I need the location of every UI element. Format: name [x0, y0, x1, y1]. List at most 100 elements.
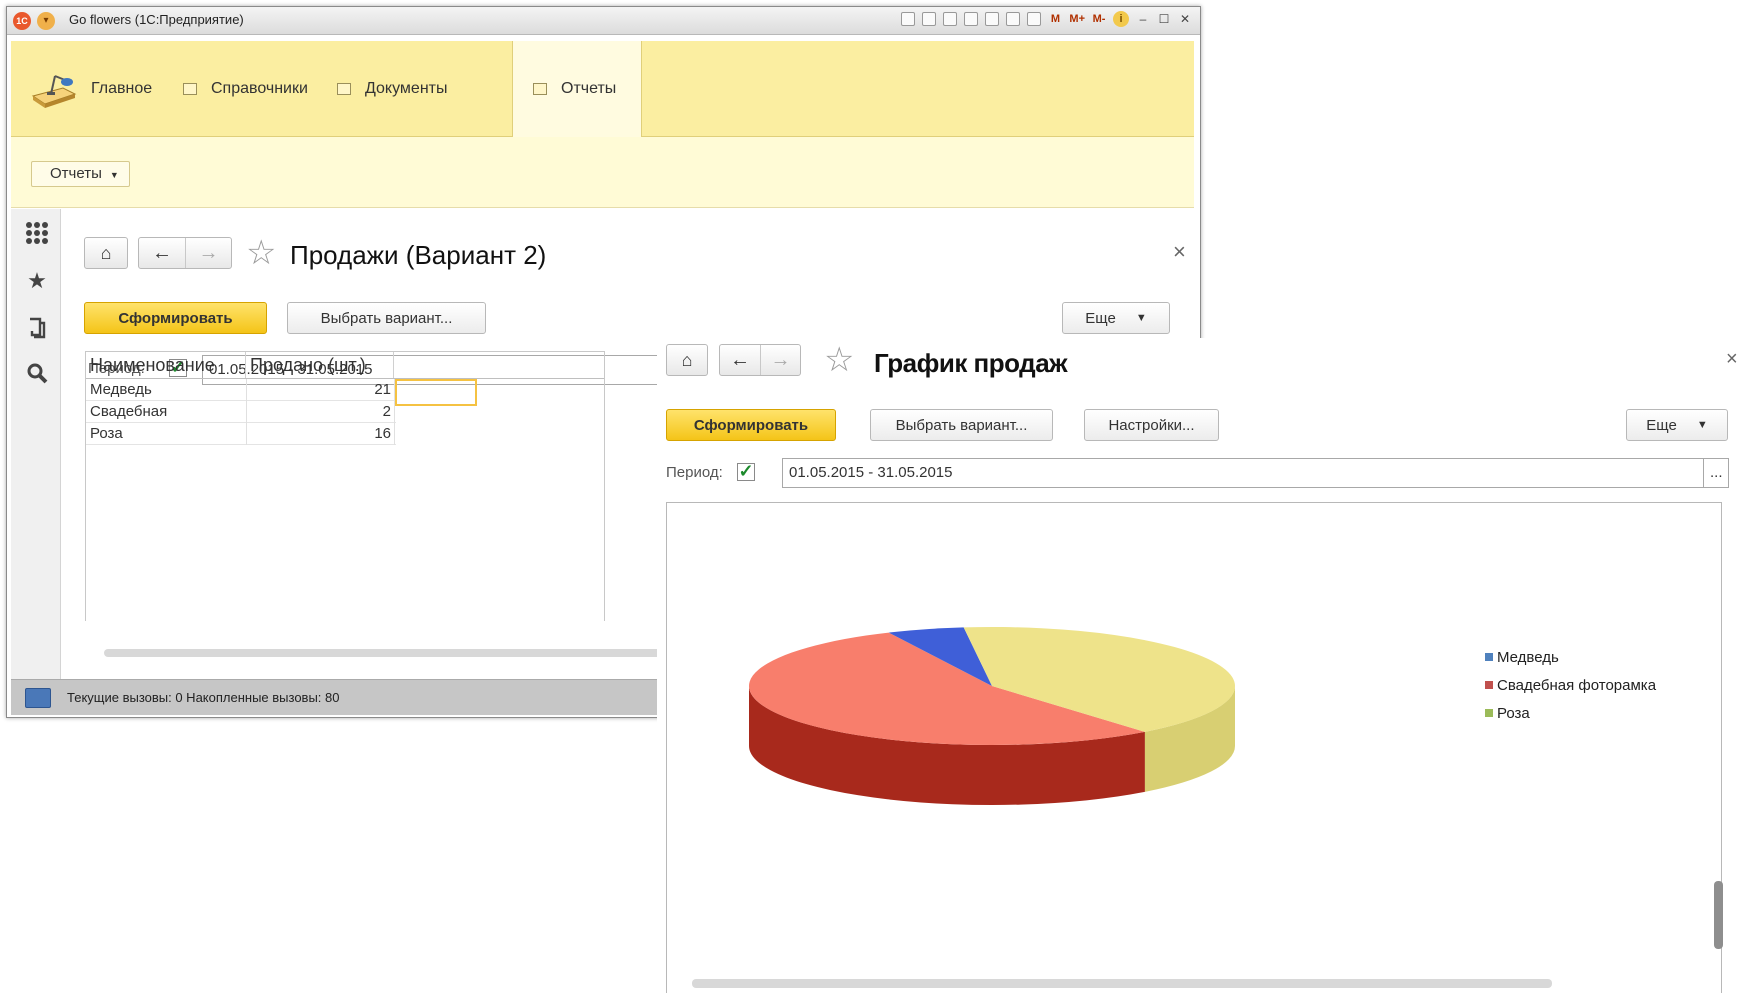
favorites-star-icon[interactable]: ★	[25, 269, 49, 293]
vertical-scrollbar[interactable]	[1714, 881, 1723, 949]
memory-minus-button[interactable]: M-	[1092, 13, 1106, 25]
back-button[interactable]: ←	[720, 345, 760, 375]
back-button[interactable]: ←	[139, 238, 185, 268]
section-main[interactable]: Главное	[29, 41, 152, 137]
close-icon[interactable]: ×	[1173, 239, 1186, 265]
cell-name: Роза	[90, 425, 123, 442]
favorite-star-icon[interactable]: ☆	[824, 343, 854, 377]
section-catalogs-label: Справочники	[211, 80, 308, 97]
period-select-button[interactable]: ...	[1703, 458, 1729, 488]
calculator-icon[interactable]	[1006, 12, 1021, 26]
search-icon[interactable]	[25, 361, 49, 385]
choose-variant-button[interactable]: Выбрать вариант...	[870, 409, 1053, 441]
generate-button[interactable]: Сформировать	[666, 409, 836, 441]
cell-qty: 21	[374, 381, 391, 398]
close-window-icon[interactable]: ✕	[1178, 12, 1192, 26]
title-toolbar: M M+ M- i – ☐ ✕	[901, 11, 1192, 27]
legend-swatch	[1485, 709, 1493, 717]
status-text: Текущие вызовы: 0 Накопленные вызовы: 80	[67, 690, 340, 705]
cell-name: Свадебная	[90, 403, 168, 420]
favorites-icon[interactable]	[985, 12, 1000, 26]
calendar-icon[interactable]	[1027, 12, 1042, 26]
minimize-icon[interactable]: –	[1136, 12, 1150, 26]
cell-name: Медведь	[90, 381, 152, 398]
more-label: Еще	[1646, 416, 1677, 434]
page-title: График продаж	[874, 348, 1068, 378]
nav-history-group: ← →	[719, 344, 801, 376]
legend-item: Свадебная фоторамка	[1485, 671, 1656, 699]
preview-icon[interactable]	[943, 12, 958, 26]
forward-button[interactable]: →	[760, 345, 800, 375]
favorite-star-icon[interactable]: ☆	[246, 236, 276, 270]
history-icon[interactable]	[25, 315, 49, 339]
main-section-icon	[29, 66, 79, 112]
cell-qty: 2	[382, 403, 391, 420]
settings-button[interactable]: Настройки...	[1084, 409, 1219, 441]
section-commands-bar: Отчеты ▼	[11, 137, 1194, 208]
catalogs-icon	[183, 83, 197, 95]
period-field[interactable]: 01.05.2015 - 31.05.2015	[782, 458, 1704, 488]
dropdown-arrow-icon: ▼	[1696, 419, 1708, 431]
legend-swatch	[1485, 653, 1493, 661]
app-logo-icon[interactable]: 1С	[13, 12, 31, 30]
more-button[interactable]: Еще ▼	[1626, 409, 1728, 441]
apps-grid-icon[interactable]	[25, 221, 49, 245]
maximize-icon[interactable]: ☐	[1157, 12, 1171, 26]
table-row[interactable]: Роза 16	[86, 423, 396, 445]
forward-button[interactable]: →	[185, 238, 231, 268]
dropdown-arrow-icon: ▼	[109, 170, 119, 180]
pie-chart	[749, 627, 1235, 805]
report-form-chart: ⌂ ← → ☆ График продаж × Сформировать Выб…	[657, 338, 1740, 993]
reports-dropdown-label: Отчеты	[50, 165, 102, 182]
section-catalogs[interactable]: Справочники	[183, 41, 308, 137]
home-icon: ⌂	[100, 242, 112, 263]
legend-label: Медведь	[1497, 648, 1559, 666]
legend-item: Медведь	[1485, 643, 1656, 671]
period-label: Период:	[666, 464, 723, 481]
print-icon[interactable]	[922, 12, 937, 26]
nav-history-group: ← →	[138, 237, 232, 269]
period-checkbox[interactable]: ✓	[737, 462, 755, 481]
favorites-add-icon[interactable]	[964, 12, 979, 26]
home-button[interactable]: ⌂	[84, 237, 128, 269]
report-table: Наименование Продано (шт.) Медведь 21 Св…	[85, 351, 605, 621]
table-row[interactable]: Свадебная 2	[86, 401, 396, 423]
info-icon[interactable]: i	[1113, 11, 1129, 27]
dropdown-arrow-icon: ▼	[1135, 312, 1147, 324]
legend-label: Роза	[1497, 704, 1530, 722]
choose-variant-button[interactable]: Выбрать вариант...	[287, 302, 486, 334]
sections-panel: Главное Справочники Документы Отчеты	[11, 41, 1194, 137]
documents-icon	[337, 83, 351, 95]
save-icon[interactable]	[901, 12, 916, 26]
legend-label: Свадебная фоторамка	[1497, 676, 1657, 694]
left-panel: ★	[11, 209, 61, 679]
section-main-label: Главное	[91, 80, 153, 97]
close-icon[interactable]: ×	[1726, 348, 1738, 371]
generate-button[interactable]: Сформировать	[84, 302, 267, 334]
section-documents-label: Документы	[365, 80, 448, 97]
column-header-qty: Продано (шт.)	[246, 352, 394, 378]
section-documents[interactable]: Документы	[337, 41, 447, 137]
table-row[interactable]: Медведь 21	[86, 379, 396, 401]
home-icon: ⌂	[681, 349, 693, 370]
home-button[interactable]: ⌂	[666, 344, 708, 376]
chart-legend: Медведь Свадебная фоторамка Роза	[1485, 643, 1656, 727]
horizontal-scrollbar[interactable]	[104, 649, 714, 657]
memory-plus-button[interactable]: M+	[1069, 13, 1085, 25]
section-reports[interactable]: Отчеты	[512, 41, 642, 137]
legend-item: Роза	[1485, 699, 1656, 727]
main-menu-icon[interactable]: ▾	[37, 12, 55, 30]
cell-qty: 16	[374, 425, 391, 442]
more-button[interactable]: Еще ▼	[1062, 302, 1170, 334]
memory-button[interactable]: M	[1048, 13, 1062, 25]
reports-icon	[533, 83, 547, 95]
horizontal-scrollbar[interactable]	[692, 979, 1552, 988]
chart-area: Медведь Свадебная фоторамка Роза	[666, 502, 1722, 993]
page-title: Продажи (Вариант 2)	[290, 240, 547, 270]
selected-cell[interactable]	[395, 379, 477, 406]
section-reports-label: Отчеты	[561, 80, 617, 97]
more-label: Еще	[1085, 309, 1116, 327]
server-calls-icon[interactable]	[25, 688, 51, 708]
reports-dropdown[interactable]: Отчеты ▼	[31, 161, 130, 187]
legend-swatch	[1485, 681, 1493, 689]
